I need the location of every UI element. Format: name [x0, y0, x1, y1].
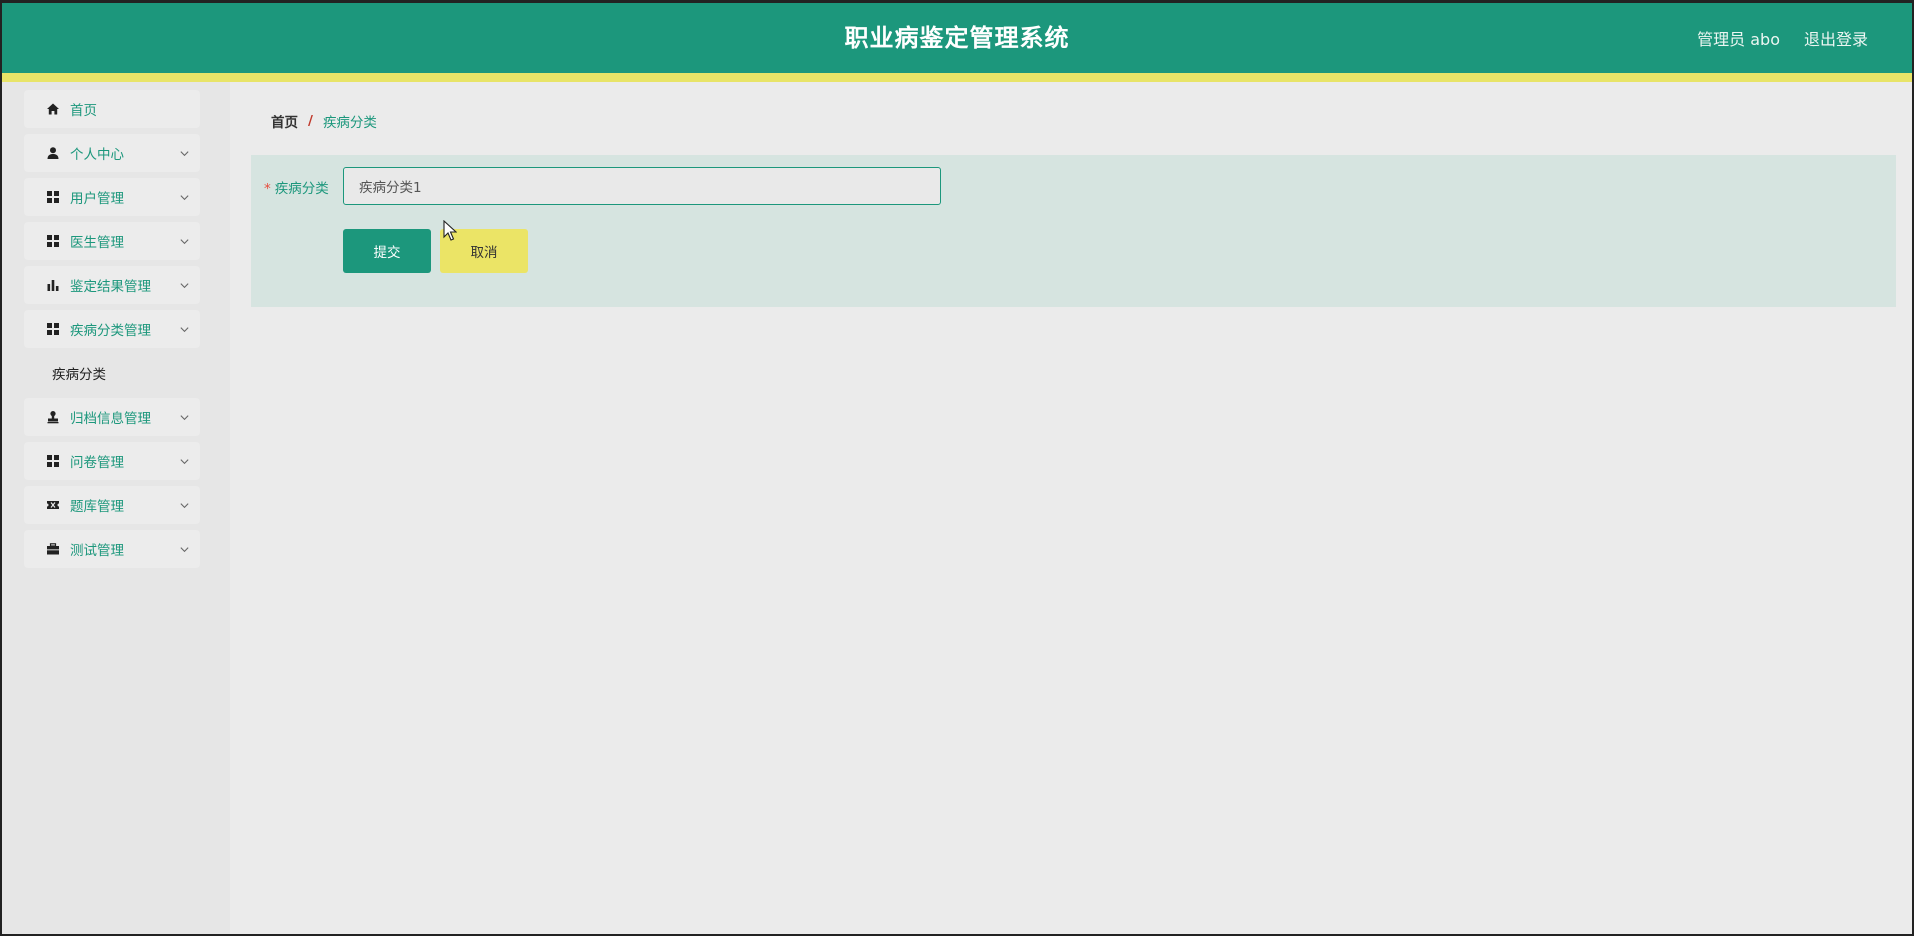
sidebar-item-label: 用户管理 [70, 191, 124, 207]
disease-category-input[interactable] [343, 167, 941, 205]
chevron-down-icon [178, 235, 190, 247]
sidebar-item-label: 疾病分类管理 [70, 323, 151, 339]
app-window: 职业病鉴定管理系统 管理员 abo 退出登录 首页 个人中心 用户管理 医生管理… [0, 0, 1914, 936]
sidebar-item-doctors[interactable]: 医生管理 [24, 222, 200, 260]
sidebar-subitem-disease-category[interactable]: 疾病分类 [24, 354, 200, 392]
user-icon [46, 146, 60, 160]
chevron-down-icon [178, 279, 190, 291]
sidebar-item-archive[interactable]: 归档信息管理 [24, 398, 200, 436]
chevron-down-icon [178, 191, 190, 203]
sidebar-item-label: 测试管理 [70, 543, 124, 559]
sidebar: 首页 个人中心 用户管理 医生管理 鉴定结果管理 疾病分类管理 疾病分类 归档信… [2, 82, 230, 934]
breadcrumb-separator: / [308, 113, 313, 129]
bar-chart-icon [46, 278, 60, 292]
breadcrumb-current: 疾病分类 [322, 115, 377, 131]
home-icon [46, 102, 60, 116]
breadcrumb-home[interactable]: 首页 [271, 111, 298, 131]
sidebar-item-label: 题库管理 [70, 499, 124, 515]
sidebar-item-users[interactable]: 用户管理 [24, 178, 200, 216]
sidebar-item-tests[interactable]: 测试管理 [24, 530, 200, 568]
sidebar-item-label: 首页 [70, 103, 97, 119]
chevron-down-icon [178, 323, 190, 335]
logout-link[interactable]: 退出登录 [1804, 26, 1868, 50]
stamp-icon [46, 410, 60, 424]
sidebar-item-results[interactable]: 鉴定结果管理 [24, 266, 200, 304]
sidebar-item-label: 医生管理 [70, 235, 124, 251]
sidebar-item-home[interactable]: 首页 [24, 90, 200, 128]
grid-icon [46, 454, 60, 468]
grid-icon [46, 190, 60, 204]
breadcrumb: 首页 / 疾病分类 [271, 111, 377, 131]
sidebar-item-label: 个人中心 [70, 147, 124, 163]
chevron-down-icon [178, 411, 190, 423]
briefcase-icon [46, 542, 60, 556]
sidebar-item-profile[interactable]: 个人中心 [24, 134, 200, 172]
sidebar-item-label: 归档信息管理 [70, 411, 151, 427]
edit-form-panel: *疾病分类 提交 取消 [251, 155, 1896, 307]
header-user-area: 管理员 abo 退出登录 [1697, 3, 1868, 73]
grid-icon [46, 234, 60, 248]
sidebar-item-label: 问卷管理 [70, 455, 124, 471]
grid-icon [46, 322, 60, 336]
ticket-icon [46, 498, 60, 512]
chevron-down-icon [178, 455, 190, 467]
top-header: 职业病鉴定管理系统 管理员 abo 退出登录 [2, 3, 1912, 73]
field-label-text: 疾病分类 [274, 181, 329, 197]
chevron-down-icon [178, 543, 190, 555]
sidebar-item-questionnaire[interactable]: 问卷管理 [24, 442, 200, 480]
current-user-label: 管理员 abo [1697, 30, 1780, 49]
sidebar-item-question-bank[interactable]: 题库管理 [24, 486, 200, 524]
sidebar-item-disease-category[interactable]: 疾病分类管理 [24, 310, 200, 348]
sidebar-item-label: 鉴定结果管理 [70, 279, 151, 295]
header-accent-stripe [2, 73, 1912, 82]
required-mark: * [264, 181, 271, 197]
submit-button[interactable]: 提交 [343, 229, 431, 273]
app-title: 职业病鉴定管理系统 [844, 24, 1070, 52]
chevron-down-icon [178, 499, 190, 511]
disease-category-field-label: * 疾病分类 [264, 177, 329, 197]
mouse-cursor-icon [443, 220, 457, 241]
chevron-down-icon [178, 147, 190, 159]
